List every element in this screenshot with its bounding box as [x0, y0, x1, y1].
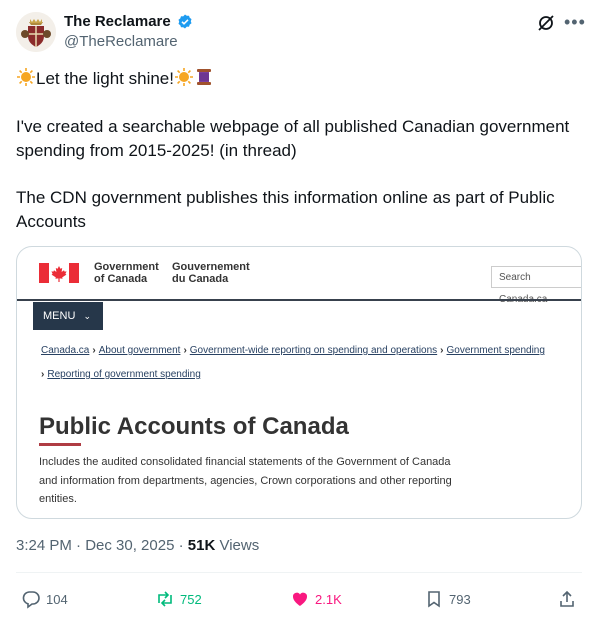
- breadcrumb-item: About government: [98, 345, 181, 356]
- menu-label: MENU: [43, 310, 76, 322]
- breadcrumb-line-2: › Reporting of government spending: [41, 369, 201, 380]
- sun-emoji-icon: [17, 68, 35, 86]
- views-count: 51K: [187, 537, 216, 554]
- sun-emoji-icon: [174, 68, 193, 86]
- gov-en-line-1: Government: [94, 261, 159, 273]
- breadcrumb: Canada.ca › About government › Government-wi…: [41, 345, 545, 356]
- gov-wordmark-fr: Gouvernement du Canada: [172, 261, 250, 285]
- bookmark-button[interactable]: 793: [424, 589, 471, 609]
- tweet-paragraph-2: I've created a searchable webpage of all…: [16, 117, 570, 160]
- reply-button[interactable]: 104: [21, 589, 68, 609]
- gov-fr-line-1: Gouvernement: [172, 261, 250, 273]
- repost-button[interactable]: 752: [155, 589, 202, 609]
- tweet-line-1-text: Let the light shine!: [36, 69, 174, 88]
- tweet-timestamp[interactable]: 3:24 PM · Dec 30, 2025 · 51K Views: [16, 537, 259, 554]
- gov-fr-line-2: du Canada: [172, 273, 229, 285]
- actions-divider: [16, 572, 582, 573]
- verified-badge-icon: [178, 14, 192, 29]
- bookmark-icon: [428, 591, 440, 608]
- repost-count: 752: [180, 591, 202, 607]
- link-preview-card[interactable]: Government of Canada Gouvernement du Can…: [16, 246, 582, 519]
- author-avatar[interactable]: [16, 12, 56, 52]
- chevron-down-icon: ⌄: [83, 311, 91, 321]
- author-handle[interactable]: @TheReclamare: [64, 33, 178, 50]
- thread-spool-emoji-icon: [196, 69, 211, 85]
- more-options-icon[interactable]: •••: [564, 12, 586, 33]
- tweet-line-1: Let the light shine!: [16, 67, 214, 91]
- breadcrumb-item: Canada.ca: [41, 345, 90, 356]
- tweet-paragraph-3: The CDN government publishes this inform…: [16, 188, 555, 231]
- breadcrumb-item: Reporting of government spending: [47, 369, 201, 380]
- like-count: 2.1K: [315, 591, 342, 607]
- page-description: Includes the audited consolidated financ…: [39, 456, 452, 505]
- timestamp-text: 3:24 PM · Dec 30, 2025 ·: [16, 537, 184, 554]
- share-button[interactable]: [557, 589, 577, 609]
- breadcrumb-item: Government-wide reporting on spending an…: [189, 345, 438, 356]
- views-label: Views: [219, 537, 260, 554]
- coat-of-arms-icon: [16, 12, 56, 52]
- reply-count: 104: [46, 591, 68, 607]
- menu-button: MENU ⌄: [33, 302, 103, 330]
- like-button[interactable]: 2.1K: [290, 589, 342, 609]
- gov-en-line-2: of Canada: [94, 273, 148, 285]
- breadcrumb-item: Government spending: [446, 345, 545, 356]
- search-canada-input: Search Canada.ca: [491, 266, 581, 305]
- heart-filled-icon: [292, 592, 308, 606]
- repost-icon: [158, 591, 172, 607]
- gov-wordmark-en: Government of Canada: [37, 261, 159, 285]
- author-name[interactable]: The Reclamare: [64, 13, 171, 30]
- title-underline: [39, 443, 81, 446]
- reply-icon: [22, 591, 40, 609]
- grok-icon[interactable]: [537, 14, 555, 32]
- bookmark-count: 793: [449, 591, 471, 607]
- share-icon: [560, 590, 574, 607]
- header-rule: [17, 299, 581, 301]
- page-title: Public Accounts of Canada: [39, 413, 349, 440]
